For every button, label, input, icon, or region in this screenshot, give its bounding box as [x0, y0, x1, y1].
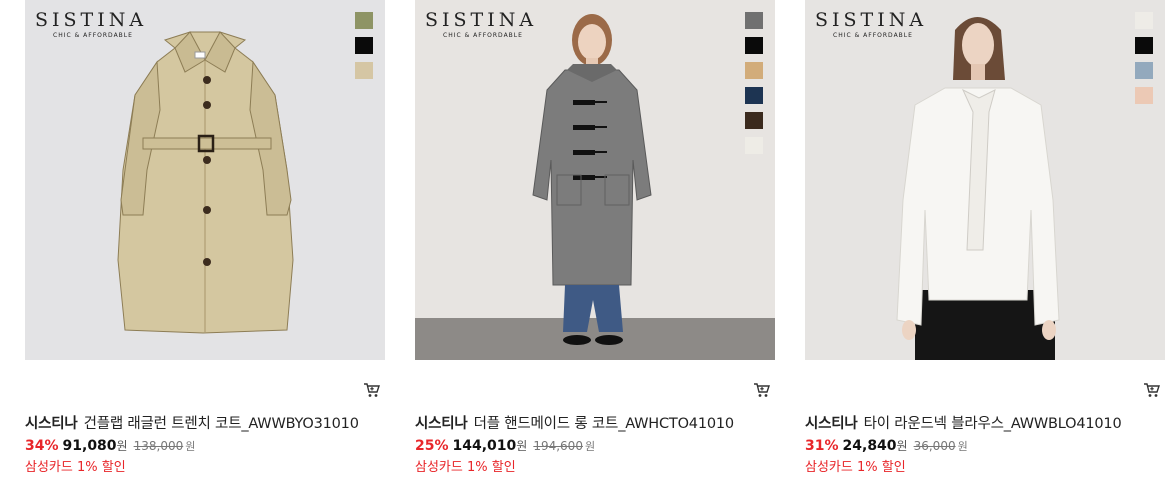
brand-name[interactable]: 시스티나	[25, 416, 78, 432]
product-image[interactable]: SISTINA CHIC & AFFORDABLE	[25, 0, 385, 360]
color-swatches	[1135, 12, 1153, 112]
color-swatch[interactable]	[745, 87, 763, 104]
card-discount: 삼성카드 1% 할인	[805, 460, 906, 475]
product-title[interactable]: 시스티나 더플 핸드메이드 롱 코트_AWHCTO41010	[415, 412, 734, 433]
original-price-unit: 원	[185, 440, 196, 453]
color-swatch[interactable]	[1135, 62, 1153, 79]
duffle-coat-image	[415, 14, 775, 360]
color-swatch[interactable]	[1135, 37, 1153, 54]
color-swatch[interactable]	[745, 112, 763, 129]
product-title[interactable]: 시스티나 타이 라운드넥 블라우스_AWWBLO41010	[805, 412, 1122, 433]
cart-icon[interactable]	[363, 381, 381, 399]
color-swatch[interactable]	[355, 12, 373, 29]
product-card[interactable]: SISTINA CHIC & AFFORDABLE 시스티나 더플 핸드메이드 롱…	[415, 0, 777, 482]
trench-coat-image	[117, 31, 294, 334]
color-swatch[interactable]	[1135, 87, 1153, 104]
price-unit: 원	[516, 439, 528, 453]
color-swatch[interactable]	[745, 12, 763, 29]
color-swatch[interactable]	[355, 37, 373, 54]
discount-rate: 25%	[415, 438, 449, 454]
brand-logo: SISTINA CHIC & AFFORDABLE	[425, 9, 538, 39]
original-price: 138,000	[133, 439, 184, 453]
discount-rate: 31%	[805, 438, 839, 454]
sale-price: 91,080	[62, 438, 117, 454]
original-price-unit: 원	[584, 440, 596, 453]
brand-name[interactable]: 시스티나	[805, 416, 858, 432]
color-swatch[interactable]	[745, 37, 763, 54]
color-swatches	[745, 12, 763, 162]
product-image[interactable]: SISTINA CHIC & AFFORDABLE	[805, 0, 1165, 360]
cart-icon[interactable]	[753, 381, 771, 399]
price-row: 34% 91,080원 138,000 원	[25, 437, 195, 454]
original-price: 36,000	[913, 439, 956, 453]
price-row: 31% 24,840원 36,000 원	[805, 437, 968, 454]
color-swatches	[355, 12, 373, 87]
price-row: 25% 144,010원 194,600 원	[415, 437, 595, 454]
color-swatch[interactable]	[745, 137, 763, 154]
brand-logo: SISTINA CHIC & AFFORDABLE	[35, 9, 148, 39]
color-swatch[interactable]	[1135, 12, 1153, 29]
blouse-image	[896, 17, 1060, 360]
product-card[interactable]: SISTINA CHIC & AFFORDABLE 시스티나 타이 라운드넥 블라…	[805, 0, 1167, 482]
product-image[interactable]: SISTINA CHIC & AFFORDABLE	[415, 0, 775, 360]
sale-price: 24,840	[842, 438, 897, 454]
brand-name[interactable]: 시스티나	[415, 416, 468, 432]
price-unit: 원	[896, 439, 908, 453]
color-swatch[interactable]	[745, 62, 763, 79]
sale-price: 144,010	[452, 438, 517, 454]
product-name[interactable]: 건플랩 래글런 트렌치 코트_AWWBYO31010	[84, 416, 359, 432]
product-name[interactable]: 타이 라운드넥 블라우스_AWWBLO41010	[864, 416, 1122, 432]
price-unit: 원	[116, 439, 128, 453]
original-price-unit: 원	[957, 440, 968, 453]
color-swatch[interactable]	[355, 62, 373, 79]
cart-icon[interactable]	[1143, 381, 1161, 399]
original-price: 194,600	[533, 439, 583, 453]
discount-rate: 34%	[25, 438, 59, 454]
card-discount: 삼성카드 1% 할인	[415, 460, 516, 475]
card-discount: 삼성카드 1% 할인	[25, 460, 126, 475]
product-name[interactable]: 더플 핸드메이드 롱 코트_AWHCTO41010	[474, 416, 735, 432]
product-card[interactable]: SISTINA CHIC & AFFORDABLE 시스티나 건플랩 래글런 트렌…	[25, 0, 387, 482]
product-title[interactable]: 시스티나 건플랩 래글런 트렌치 코트_AWWBYO31010	[25, 412, 359, 433]
brand-logo: SISTINA CHIC & AFFORDABLE	[815, 9, 928, 39]
